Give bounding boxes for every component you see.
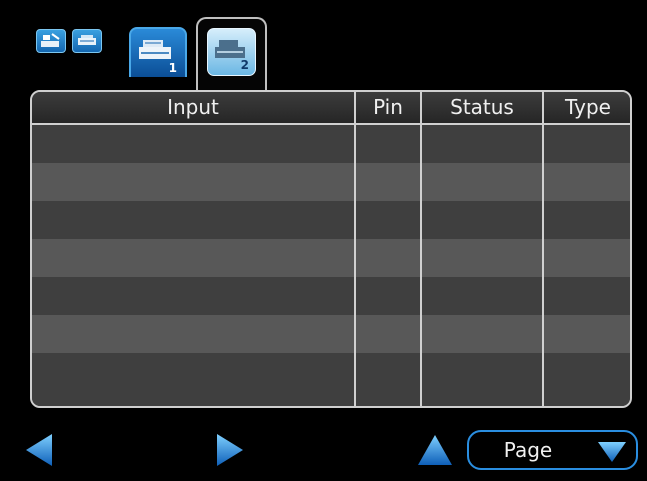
arrow-up-icon[interactable]: [415, 432, 455, 468]
table-row[interactable]: [32, 239, 630, 277]
column-header-status[interactable]: Status: [422, 92, 542, 123]
table-row[interactable]: [32, 353, 630, 406]
column-header-type[interactable]: Type: [544, 92, 630, 123]
tab-number: 2: [240, 58, 249, 72]
input-table: Input Pin Status Type: [30, 90, 632, 408]
table-row[interactable]: [32, 125, 630, 163]
column-divider: [420, 92, 422, 406]
column-divider: [542, 92, 544, 406]
table-header: Input Pin Status Type: [32, 92, 630, 125]
column-header-input[interactable]: Input: [32, 92, 354, 123]
tab-2-button: 2: [207, 28, 256, 76]
column-header-pin[interactable]: Pin: [356, 92, 420, 123]
page-selector[interactable]: Page: [467, 430, 638, 470]
column-divider: [354, 92, 356, 406]
table-row[interactable]: [32, 277, 630, 315]
table-row[interactable]: [32, 315, 630, 353]
table-row[interactable]: [32, 201, 630, 239]
tab-module-2[interactable]: 2: [196, 17, 267, 97]
camera-stand-icon[interactable]: [36, 29, 66, 53]
tab-number: 1: [168, 61, 177, 75]
page-label: Page: [503, 438, 553, 462]
tab-module-1[interactable]: 1: [129, 27, 187, 77]
table-row[interactable]: [32, 163, 630, 201]
arrow-right-icon[interactable]: [213, 430, 247, 470]
chevron-down-icon[interactable]: [596, 440, 628, 464]
module-icon[interactable]: [72, 29, 102, 53]
arrow-left-icon[interactable]: [22, 430, 56, 470]
